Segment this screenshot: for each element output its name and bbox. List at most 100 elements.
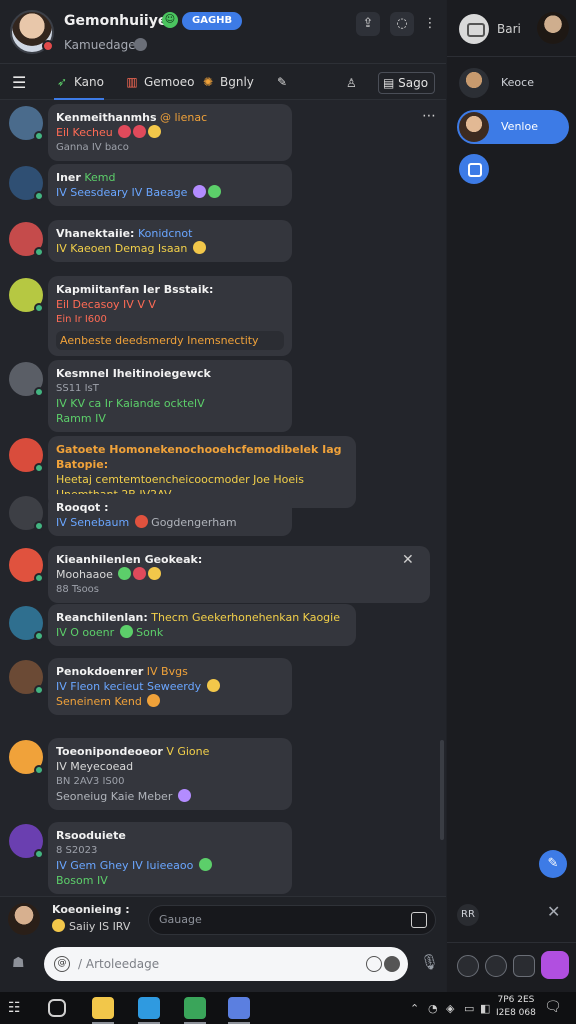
message-bubble[interactable]: Vhanektaiie: Konidcnot IV Kaeoen Demag I…: [48, 220, 292, 262]
sidebar-item-keoce[interactable]: Keoce: [457, 66, 569, 100]
author-name[interactable]: Vhanektaiie:: [56, 227, 134, 240]
more-options-button[interactable]: ⋮: [418, 12, 442, 36]
clock[interactable]: 7P6 2ES I2E8 068: [496, 994, 536, 1020]
file-explorer-icon[interactable]: [92, 997, 114, 1024]
image-icon[interactable]: [513, 955, 535, 977]
message-bubble[interactable]: Rooqot : IV Senebaum Gogdengerham: [48, 494, 292, 536]
message-bubble[interactable]: Toeonipondeoeor V Gione IV Meyecoead BN …: [48, 738, 292, 810]
sound-icon[interactable]: ◈: [446, 1002, 454, 1015]
wifi-icon[interactable]: ◔: [428, 1002, 438, 1015]
heart-icon: [133, 125, 147, 138]
microphone-icon[interactable]: 🎙: [420, 953, 439, 975]
apps-icon[interactable]: [541, 951, 569, 979]
draft-field[interactable]: Gauage: [148, 905, 436, 935]
message-bubble[interactable]: Reanchilenlan: Thecm Geekerhonehenkan Ka…: [48, 604, 356, 646]
avatar[interactable]: [9, 660, 44, 695]
divider: [447, 56, 576, 57]
gif-icon[interactable]: [384, 956, 400, 972]
message-text: Gogdengerham: [151, 516, 237, 529]
avatar[interactable]: [9, 362, 44, 397]
chat-bubble-button[interactable]: ◌: [390, 12, 414, 36]
tab-sago-button[interactable]: ▤ Sago: [378, 72, 436, 94]
message-bubble[interactable]: Kenmeithanmhs @ lienac Eil Kecheu Ganna …: [48, 104, 292, 161]
smile-icon: [192, 241, 206, 254]
message-feed[interactable]: Kenmeithanmhs @ lienac Eil Kecheu Ganna …: [0, 100, 446, 896]
author-name[interactable]: Gatoete Homonekenochooehcfemodibelek Iag…: [56, 443, 342, 471]
profile-avatar[interactable]: [537, 12, 569, 44]
message-text: Ramm IV: [56, 412, 106, 425]
bell-icon[interactable]: ♙: [346, 72, 357, 94]
author-name[interactable]: Reanchilenlan:: [56, 611, 148, 624]
browser-icon[interactable]: [138, 997, 160, 1024]
avatar[interactable]: [9, 740, 44, 775]
avatar[interactable]: [9, 106, 44, 141]
user-status: Saiiy IS IRV: [52, 919, 130, 933]
camera-icon[interactable]: [457, 955, 479, 977]
avatar[interactable]: [9, 548, 44, 583]
clock-date: I2E8 068: [496, 1008, 536, 1018]
menu-icon[interactable]: ☰: [12, 73, 26, 92]
user-avatar[interactable]: [8, 903, 40, 935]
avatar[interactable]: [9, 278, 44, 313]
notification-icon[interactable]: 🗨: [544, 999, 562, 1015]
tab-edit[interactable]: ✎: [274, 64, 294, 100]
chat-icon[interactable]: [459, 14, 489, 44]
avatar[interactable]: [9, 438, 44, 473]
sidebar-item-label: Venloe: [501, 120, 538, 133]
tab-gemoeo[interactable]: ▥ Gemoeo: [124, 64, 194, 100]
leaf-icon: [207, 185, 221, 198]
emoji-icon[interactable]: [366, 956, 382, 972]
message-bubble[interactable]: Rsooduiete 8 S2023 IV Gem Ghey IV Iuieea…: [48, 822, 292, 894]
author-name[interactable]: Kenmeithanmhs: [56, 111, 157, 124]
avatar[interactable]: [9, 496, 44, 531]
message-bubble[interactable]: Kieanhilenlen Geokeak: Moohaaoe 88 Tsoos: [48, 546, 430, 603]
chevron-up-icon[interactable]: ⌃: [410, 1002, 419, 1015]
feed-scrollbar[interactable]: [440, 740, 444, 840]
info-icon[interactable]: [134, 38, 147, 51]
avatar[interactable]: [9, 824, 44, 859]
sidebar-control[interactable]: RR: [457, 904, 479, 926]
share-button[interactable]: ⇪: [356, 12, 380, 36]
compose-button[interactable]: ✎: [539, 850, 567, 878]
lang-icon[interactable]: ◧: [480, 1002, 490, 1015]
battery-icon[interactable]: ▭: [464, 1002, 474, 1015]
attach-icon[interactable]: @: [54, 956, 70, 972]
add-chat-button[interactable]: [459, 154, 489, 184]
message-bubble[interactable]: Iner Kemd IV Seesdeary IV Baeage: [48, 164, 292, 206]
author-name[interactable]: Iner: [56, 171, 81, 184]
start-icon[interactable]: ☷: [8, 997, 30, 1019]
heart-icon: [118, 125, 132, 138]
author-name[interactable]: Rsooduiete: [56, 829, 126, 842]
close-icon[interactable]: ✕: [547, 902, 560, 921]
chat-app-icon[interactable]: [228, 997, 250, 1024]
header-badge[interactable]: GAGHB: [182, 12, 243, 30]
message-meta: 88 Tsoos: [56, 584, 100, 595]
avatar[interactable]: [9, 222, 44, 257]
avatar[interactable]: [9, 606, 44, 641]
task-view-icon[interactable]: [48, 999, 66, 1017]
rocket-icon: ➶: [56, 75, 68, 89]
message-input[interactable]: [78, 954, 358, 974]
store-icon[interactable]: [184, 997, 206, 1024]
sidebar-item-venloe[interactable]: Venloe: [457, 110, 569, 144]
message-bubble[interactable]: Kapmiitanfan Ier Bsstaik: Eil Decasoy IV…: [48, 276, 292, 356]
author-name[interactable]: Kesmnel Iheitinoiegewck: [56, 367, 211, 380]
author-name[interactable]: Toeonipondeoeor: [56, 745, 163, 758]
tab-bgnly[interactable]: ✺ Bgnly: [200, 64, 254, 100]
message-bubble[interactable]: Kesmnel Iheitinoiegewck SS11 IsT IV KV c…: [48, 360, 292, 432]
avatar[interactable]: [9, 166, 44, 201]
sticker-icon[interactable]: ☗: [12, 955, 32, 973]
record-icon[interactable]: [485, 955, 507, 977]
author-name[interactable]: Rooqot :: [56, 501, 109, 514]
author-name[interactable]: Kapmiitanfan: [56, 283, 139, 296]
expand-icon[interactable]: [411, 912, 427, 928]
message-bubble[interactable]: Penokdoenrer IV Bvgs IV Fleon kecieut Se…: [48, 658, 292, 715]
message-meta: Ein Ir I600: [56, 314, 107, 325]
author-name[interactable]: Kieanhilenlen Geokeak:: [56, 553, 202, 566]
author-name[interactable]: Penokdoenrer: [56, 665, 143, 678]
channel-avatar[interactable]: [10, 10, 54, 54]
tab-kano[interactable]: ➶ Kano: [54, 64, 104, 100]
message-text: IV Meyecoead: [56, 760, 134, 773]
more-icon[interactable]: ⋯: [422, 108, 436, 124]
close-icon[interactable]: ✕: [402, 552, 414, 568]
